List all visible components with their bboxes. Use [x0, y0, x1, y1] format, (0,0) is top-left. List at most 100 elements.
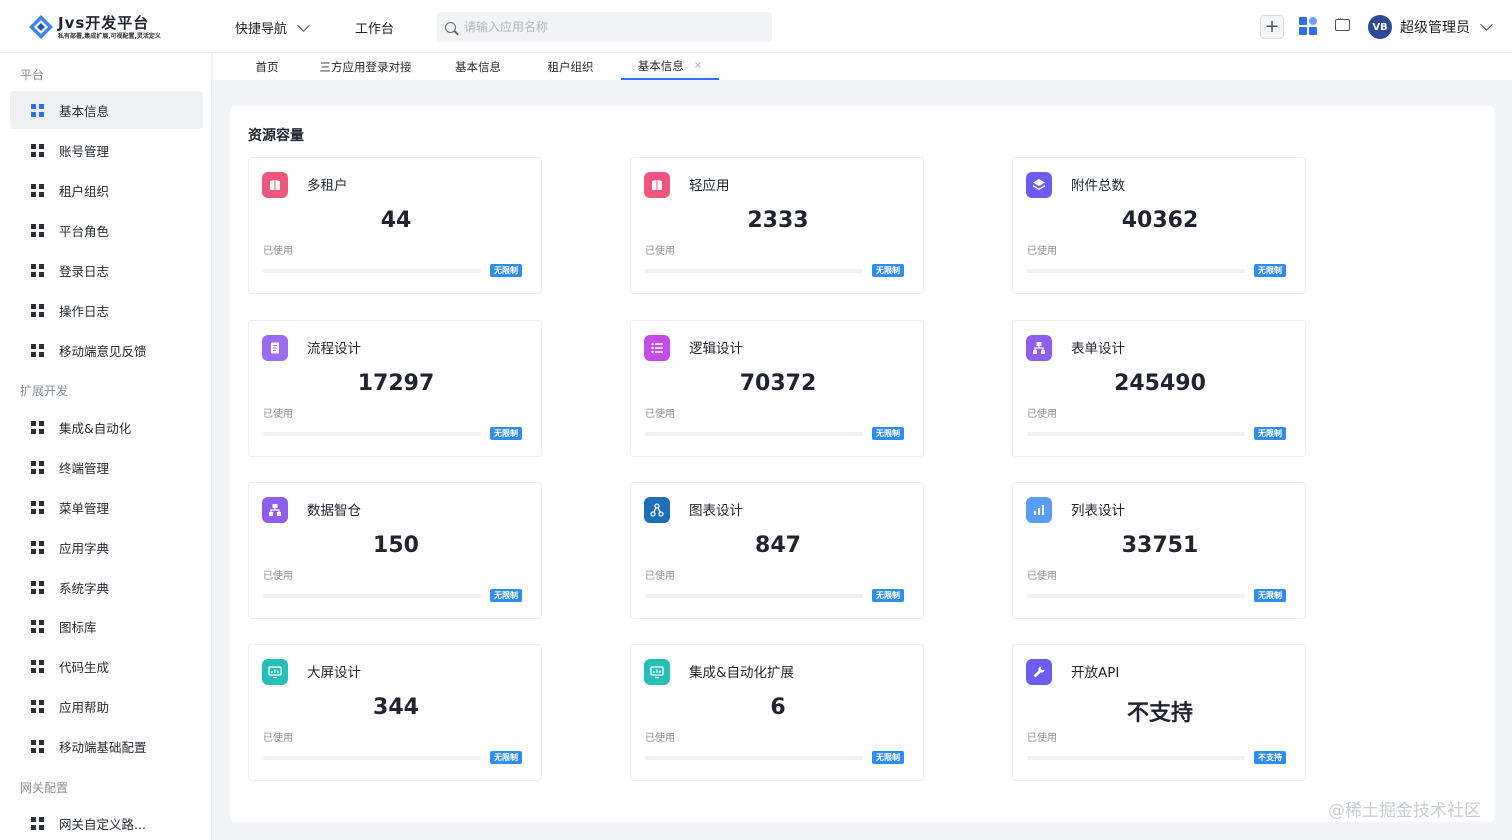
card-title: 逻辑设计 [689, 341, 743, 357]
usage-progress-bar [645, 269, 863, 273]
tab-basic-info[interactable]: 基本信息 [448, 53, 508, 80]
usage-progress-bar [645, 756, 863, 760]
tab-home[interactable]: 首页 [243, 53, 291, 80]
grid-icon [31, 659, 44, 673]
sidebar-item-mobile-feedback[interactable]: 移动端意见反馈 [10, 331, 203, 369]
usage-progress-bar [263, 269, 481, 273]
grid-icon [31, 619, 44, 633]
logo[interactable]: Jvs开发平台 私有部署,集成扩展,可视配置,灵活定义 [28, 12, 188, 42]
user-menu[interactable]: VB 超级管理员 [1368, 15, 1493, 39]
sidebar-item-operation-log[interactable]: 操作日志 [10, 291, 203, 329]
sidebar-item-label: 租户组织 [59, 183, 110, 199]
quick-nav-label: 快捷导航 [235, 22, 288, 37]
workbench-link[interactable]: 工作台 [355, 18, 394, 37]
search-input[interactable] [464, 20, 764, 34]
sidebar-item-basic-info[interactable]: 基本信息 [10, 91, 203, 129]
sidebar-item-login-log[interactable]: 登录日志 [10, 251, 203, 289]
sidebar-item-mobile-config[interactable]: 移动端基础配置 [10, 727, 203, 765]
message-icon[interactable] [1335, 15, 1350, 31]
wrench-icon [1026, 659, 1052, 685]
apps-grid-icon[interactable] [1299, 17, 1319, 37]
layers-icon [1026, 172, 1052, 198]
grid-icon [31, 460, 44, 474]
sidebar-item-integration[interactable]: 集成&自动化 [10, 408, 203, 446]
book-icon [262, 172, 288, 198]
usage-progress-bar [645, 432, 863, 436]
sidebar-item-app-help[interactable]: 应用帮助 [10, 687, 203, 725]
grid-icon [31, 420, 44, 434]
limit-badge: 无限制 [1254, 427, 1286, 440]
add-button[interactable]: + [1260, 15, 1284, 39]
resource-card: 表单设计 245490 已使用无限制 [1012, 320, 1306, 457]
usage-progress-bar [263, 594, 481, 598]
sidebar-item-system-dict[interactable]: 系统字典 [10, 568, 203, 606]
list-icon [644, 335, 670, 361]
logo-title: Jvs开发平台 [58, 14, 150, 32]
card-title: 流程设计 [307, 341, 361, 357]
usage-progress-bar [263, 756, 481, 760]
limit-badge: 无限制 [490, 264, 522, 277]
resource-card: 图表设计 847 已使用 无限制 [630, 482, 924, 619]
card-title: 列表设计 [1071, 503, 1125, 519]
plus-icon: + [1264, 16, 1280, 37]
sidebar-item-label: 移动端基础配置 [59, 739, 147, 755]
sidebar-item-terminals[interactable]: 终端管理 [10, 448, 203, 486]
page-tabs: 首页 三方应用登录对接 基本信息 租户组织 基本信息 × [213, 53, 1512, 80]
sidebar-item-tenant-org[interactable]: 租户组织 [10, 171, 203, 209]
card-used-label: 已使用 [1027, 571, 1057, 582]
sidebar-item-platform-roles[interactable]: 平台角色 [10, 211, 203, 249]
monitor-icon [644, 659, 670, 685]
resource-card: 集成&自动化扩展 6 已使用 无限制 [630, 644, 924, 781]
avatar: VB [1368, 15, 1392, 39]
quick-nav-dropdown[interactable]: 快捷导航 [235, 18, 310, 37]
tab-tenant-org[interactable]: 租户组织 [538, 53, 603, 80]
sidebar-item-label: 基本信息 [59, 103, 110, 119]
sidebar-item-label: 平台角色 [59, 223, 110, 239]
grid-icon [31, 103, 44, 117]
book-icon [644, 172, 670, 198]
usage-progress-bar [645, 594, 863, 598]
limit-badge: 不支持 [1254, 751, 1286, 764]
card-title: 轻应用 [689, 178, 730, 194]
sidebar-section-title: 网关配置 [20, 781, 69, 795]
sidebar-item-label: 终端管理 [59, 460, 110, 476]
limit-badge: 无限制 [490, 427, 522, 440]
card-used-label: 已使用 [1027, 733, 1057, 744]
card-used-label: 已使用 [645, 409, 675, 420]
sidebar-item-menus[interactable]: 菜单管理 [10, 488, 203, 526]
card-value: 70372 [739, 371, 817, 396]
grid-icon [31, 263, 44, 277]
sidebar-item-accounts[interactable]: 账号管理 [10, 131, 203, 169]
card-value: 344 [373, 695, 419, 720]
sidebar-section-title: 扩展开发 [20, 384, 69, 398]
card-title: 表单设计 [1071, 341, 1125, 357]
close-icon[interactable]: × [694, 60, 702, 71]
tab-third-party-login[interactable]: 三方应用登录对接 [313, 53, 418, 80]
tab-basic-info-active[interactable]: 基本信息 × [621, 53, 719, 80]
sidebar-item-label: 账号管理 [59, 143, 110, 159]
sidebar: 平台 基本信息 账号管理 租户组织 平台角色 登录日志 操作日志 移动端意见反馈… [0, 53, 212, 840]
sidebar-item-label: 应用帮助 [59, 699, 110, 715]
resource-card: 多租户 44 已使用 无限制 [248, 157, 542, 294]
app-search[interactable] [437, 12, 772, 42]
grid-icon [31, 816, 44, 830]
sidebar-item-label: 代码生成 [59, 659, 110, 675]
sidebar-item-app-dict[interactable]: 应用字典 [10, 528, 203, 566]
limit-badge: 无限制 [1254, 264, 1286, 277]
sidebar-item-gateway-routes[interactable]: 网关自定义路... [10, 804, 203, 840]
card-used-label: 已使用 [1027, 409, 1057, 420]
sidebar-item-label: 集成&自动化 [59, 420, 132, 436]
card-value: 245490 [1114, 371, 1206, 396]
card-used-label: 已使用 [263, 733, 293, 744]
grid-icon [31, 183, 44, 197]
chevron-down-icon [297, 18, 310, 32]
sidebar-item-code-gen[interactable]: 代码生成 [10, 647, 203, 685]
card-value: 33751 [1121, 533, 1199, 558]
grid-icon [31, 580, 44, 594]
resource-card: 数据智仓 150 已使用 无限制 [248, 482, 542, 619]
sidebar-item-icon-library[interactable]: 图标库 [10, 607, 203, 645]
usage-progress-bar [1027, 269, 1245, 273]
usage-progress-bar [263, 432, 481, 436]
card-value: 不支持 [1126, 701, 1193, 726]
limit-badge: 无限制 [872, 589, 904, 602]
